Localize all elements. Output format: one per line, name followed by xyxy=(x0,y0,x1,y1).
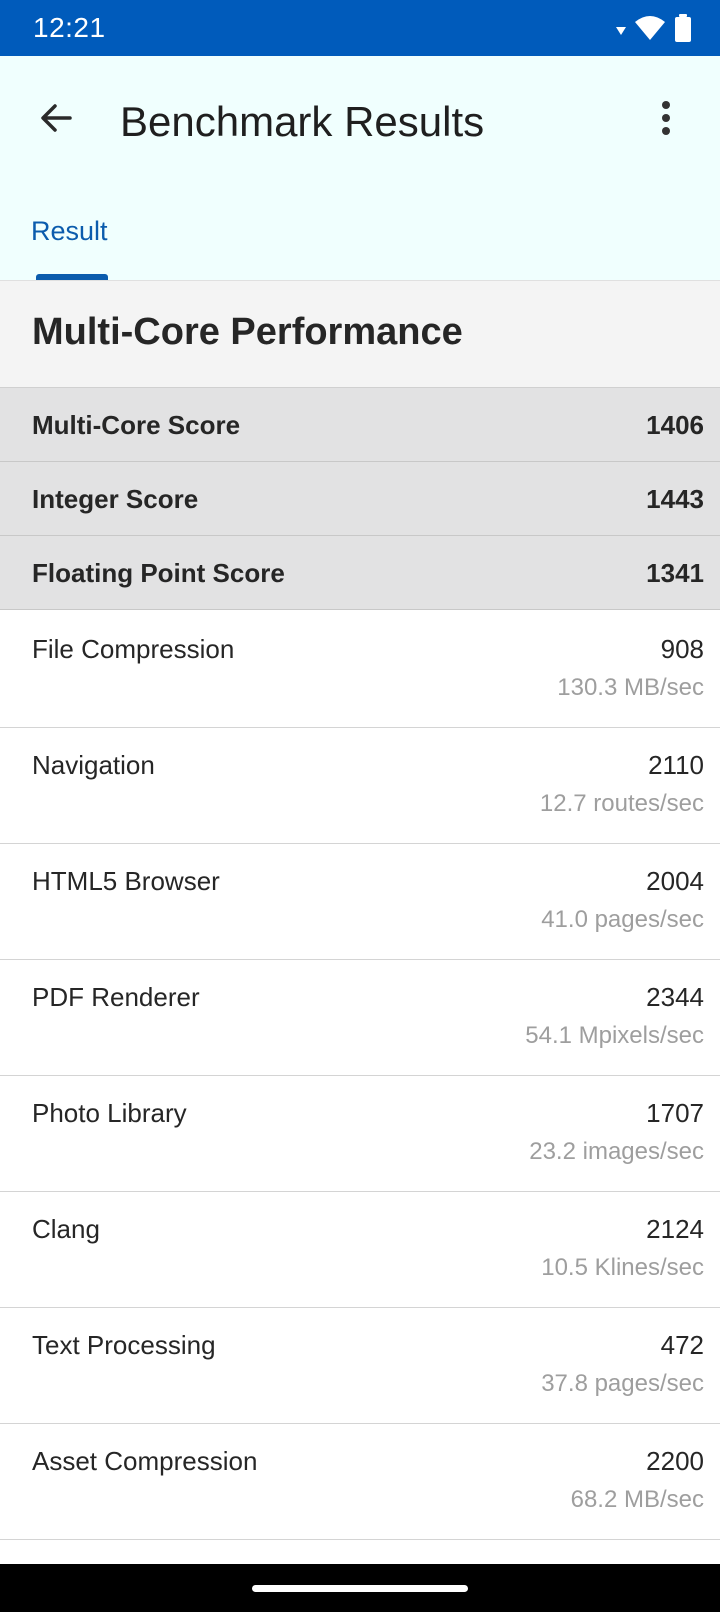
score-value: 1341 xyxy=(646,558,704,588)
benchmark-row-photo-library[interactable]: Photo Library 1707 23.2 images/sec xyxy=(0,1076,720,1192)
benchmark-rate: 41.0 pages/sec xyxy=(541,906,704,933)
benchmark-score: 2110 xyxy=(648,750,704,780)
benchmark-row-html5-browser[interactable]: HTML5 Browser 2004 41.0 pages/sec xyxy=(0,844,720,960)
benchmark-name: Asset Compression xyxy=(32,1446,258,1476)
benchmark-score: 908 xyxy=(660,634,704,664)
system-nav-bar xyxy=(0,1564,720,1612)
benchmark-score: 1707 xyxy=(646,1098,704,1128)
benchmark-score: 2344 xyxy=(646,982,704,1012)
status-bar: 12:21 xyxy=(0,0,720,56)
benchmark-score: 2004 xyxy=(646,866,704,896)
back-button[interactable] xyxy=(30,94,82,146)
score-row-floating-point: Floating Point Score 1341 xyxy=(0,536,720,610)
benchmark-name: PDF Renderer xyxy=(32,982,200,1012)
score-label: Integer Score xyxy=(32,484,199,514)
overflow-menu-button[interactable] xyxy=(640,94,692,146)
benchmark-name: File Compression xyxy=(32,634,235,664)
benchmark-score: 472 xyxy=(660,1330,704,1360)
score-row-integer: Integer Score 1443 xyxy=(0,462,720,536)
score-label: Floating Point Score xyxy=(32,558,285,588)
benchmark-rate: 68.2 MB/sec xyxy=(570,1486,704,1513)
section-header: Multi-Core Performance xyxy=(0,280,720,388)
benchmark-name: Photo Library xyxy=(32,1098,187,1128)
benchmark-rate: 12.7 routes/sec xyxy=(539,790,704,817)
benchmark-rate: 130.3 MB/sec xyxy=(557,674,704,701)
benchmark-row-pdf-renderer[interactable]: PDF Renderer 2344 54.1 Mpixels/sec xyxy=(0,960,720,1076)
home-gesture-handle[interactable] xyxy=(252,1585,468,1592)
signal-triangle-icon xyxy=(616,22,626,40)
wifi-icon xyxy=(634,15,666,46)
benchmark-row-file-compression[interactable]: File Compression 908 130.3 MB/sec xyxy=(0,612,720,728)
benchmark-rate: 10.5 Klines/sec xyxy=(541,1254,704,1281)
benchmark-row-text-processing[interactable]: Text Processing 472 37.8 pages/sec xyxy=(0,1308,720,1424)
score-value: 1443 xyxy=(646,484,704,514)
benchmark-row-navigation[interactable]: Navigation 2110 12.7 routes/sec xyxy=(0,728,720,844)
benchmark-name: Text Processing xyxy=(32,1330,216,1360)
benchmark-name: HTML5 Browser xyxy=(32,866,220,896)
benchmark-rate: 37.8 pages/sec xyxy=(541,1370,704,1397)
status-icons xyxy=(616,14,692,47)
more-vert-icon xyxy=(660,100,672,141)
arrow-back-icon xyxy=(38,100,74,141)
score-row-multi-core: Multi-Core Score 1406 xyxy=(0,388,720,462)
benchmark-name: Navigation xyxy=(32,750,155,780)
benchmark-name: Clang xyxy=(32,1214,100,1244)
benchmark-rate: 23.2 images/sec xyxy=(529,1138,704,1165)
status-time: 12:21 xyxy=(33,12,106,43)
benchmark-row-asset-compression[interactable]: Asset Compression 2200 68.2 MB/sec xyxy=(0,1424,720,1540)
benchmark-rate: 54.1 Mpixels/sec xyxy=(525,1022,704,1049)
section-title: Multi-Core Performance xyxy=(32,311,463,353)
benchmark-score: 2200 xyxy=(646,1446,704,1476)
benchmark-score: 2124 xyxy=(646,1214,704,1244)
score-value: 1406 xyxy=(646,410,704,440)
benchmark-row-clang[interactable]: Clang 2124 10.5 Klines/sec xyxy=(0,1192,720,1308)
score-label: Multi-Core Score xyxy=(32,410,241,440)
battery-icon xyxy=(674,14,692,47)
tab-result[interactable]: Result xyxy=(31,216,108,247)
page-title: Benchmark Results xyxy=(120,98,485,145)
app-bar: Benchmark Results Result xyxy=(0,56,720,280)
